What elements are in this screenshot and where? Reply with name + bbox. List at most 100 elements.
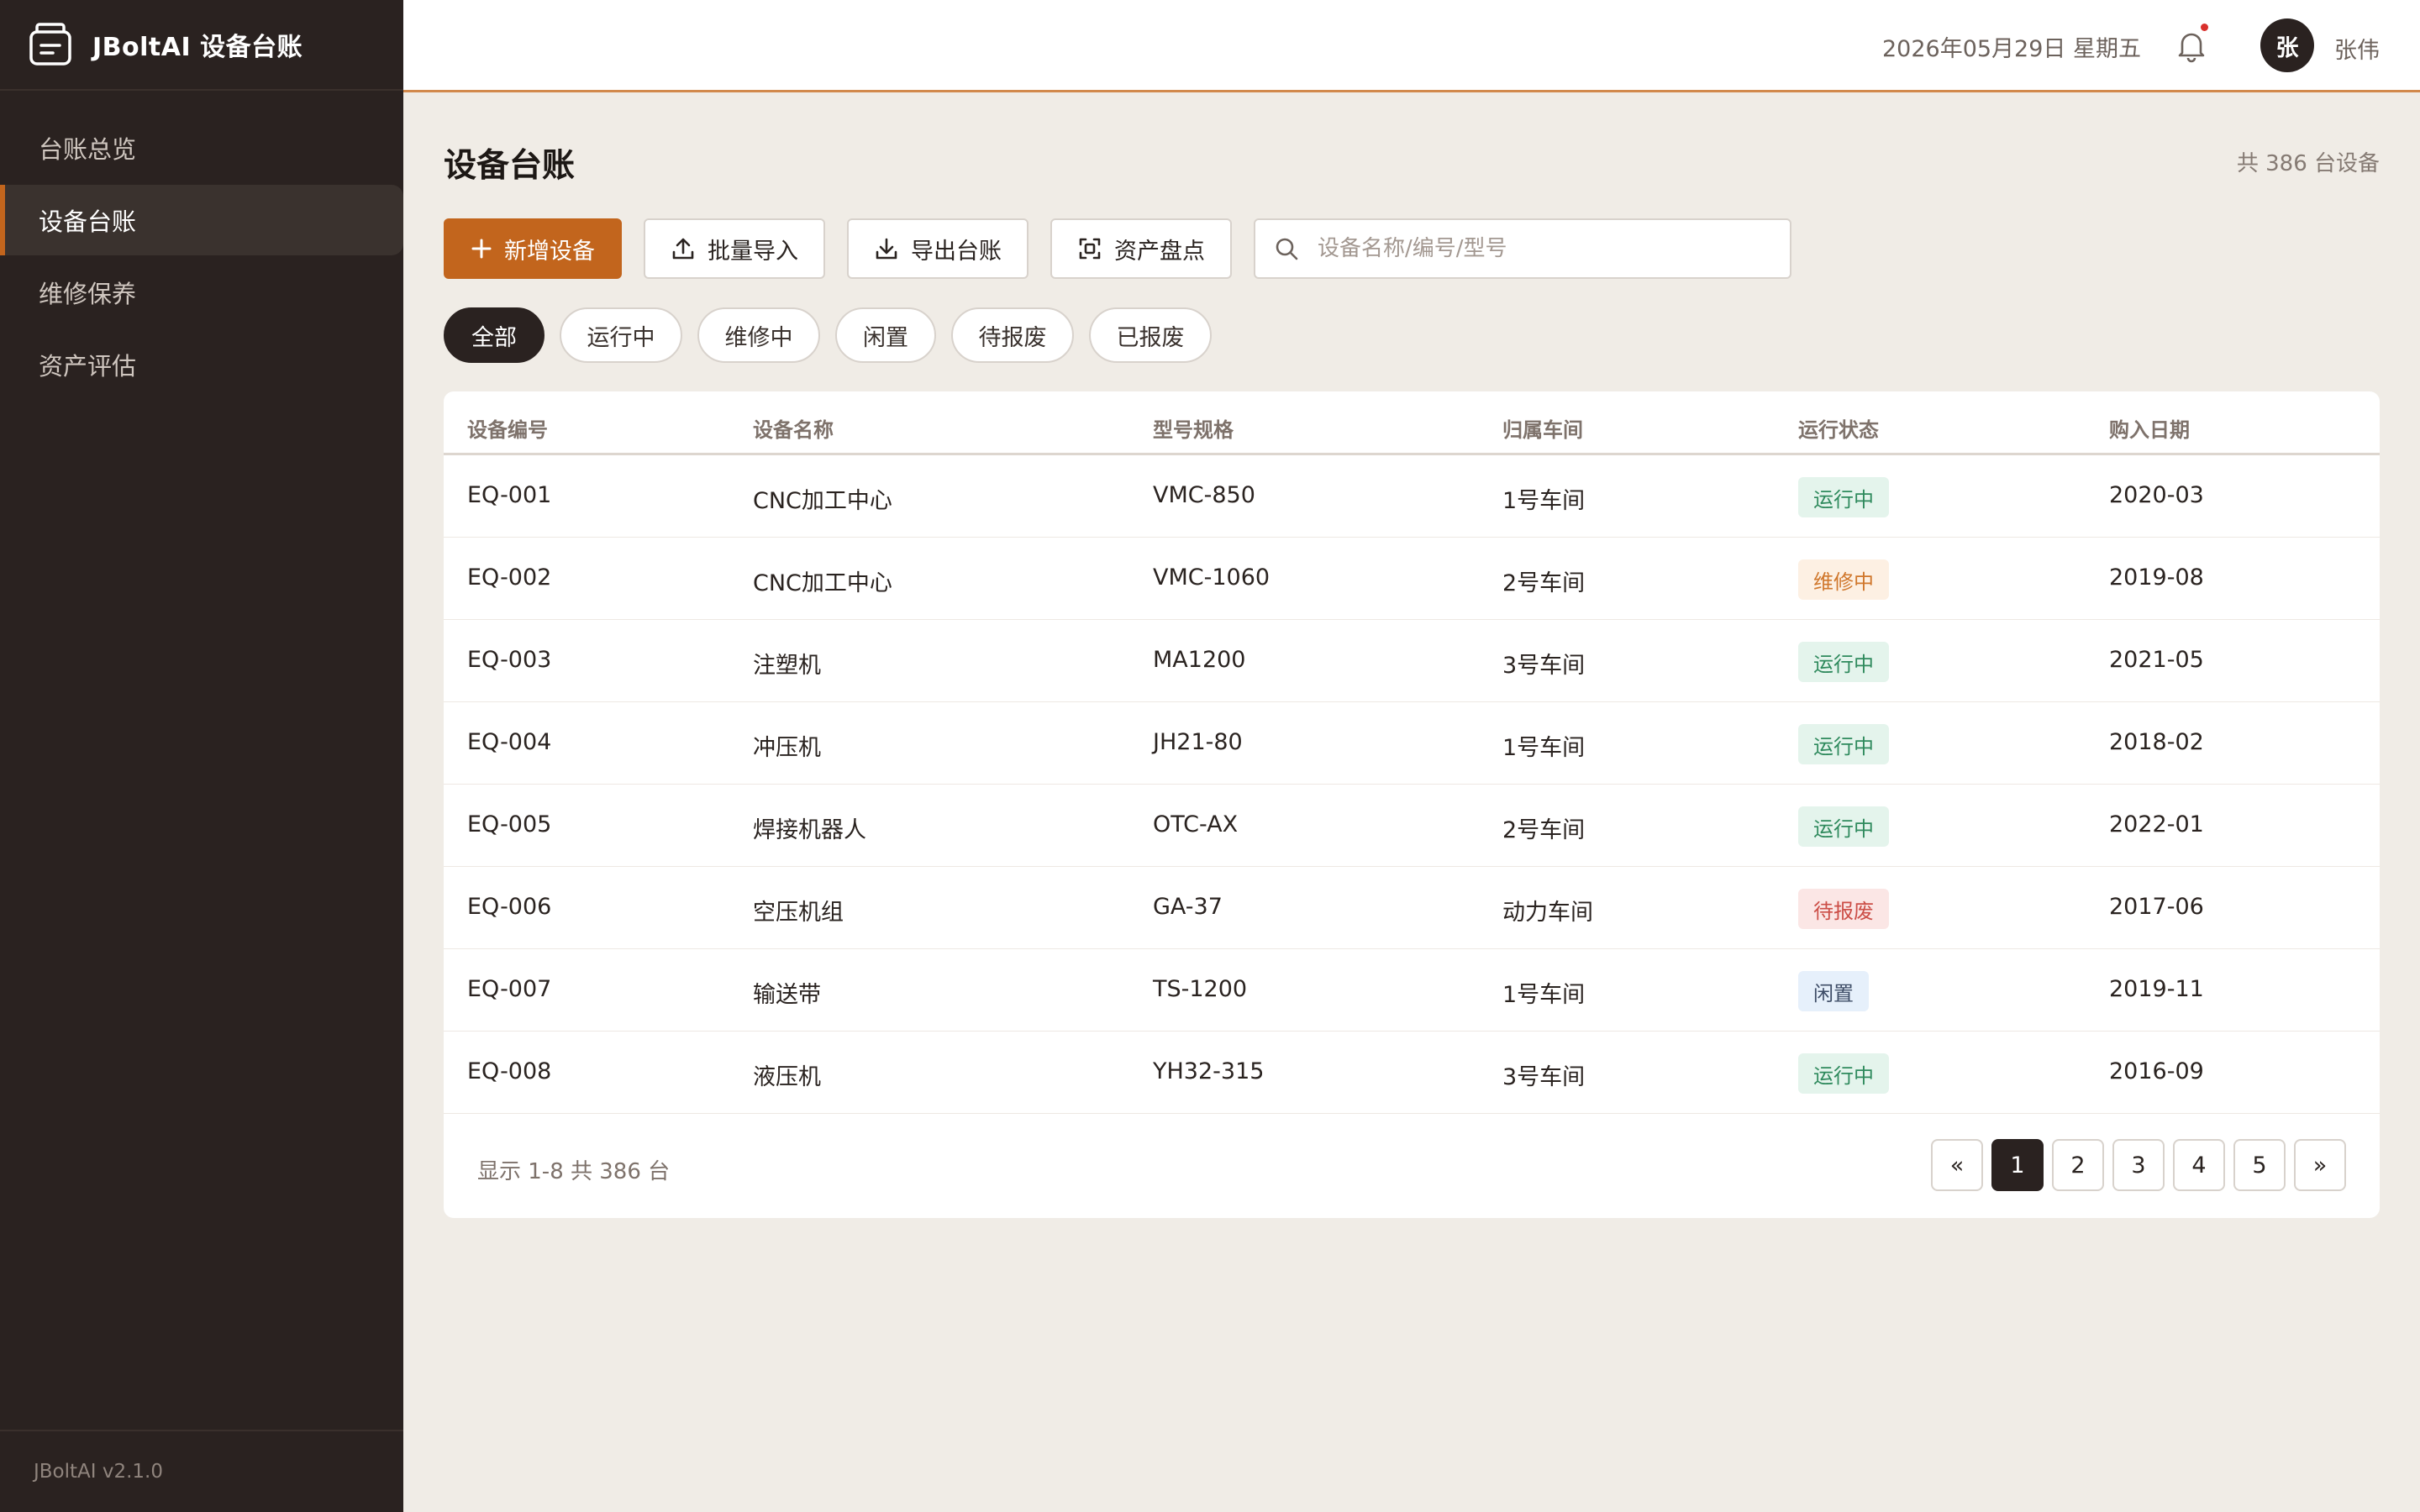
status-badge: 闲置	[1798, 971, 1869, 1011]
column-header-date[interactable]: 购入日期	[2109, 413, 2190, 443]
pagination: « 1 2 3 4 5 »	[1923, 1139, 2346, 1191]
sidebar-item-label: 台账总览	[39, 135, 137, 164]
brand-title: JBoltAI 设备台账	[92, 33, 303, 62]
purchase-date: 2020-03	[2109, 482, 2204, 508]
asset-inventory-label: 资产盘点	[1114, 238, 1205, 264]
add-device-label: 新增设备	[504, 238, 595, 264]
purchase-date: 2022-01	[2109, 811, 2204, 837]
table-row[interactable]: EQ-001 CNC加工中心 VMC-850 1号车间 运行中 2020-03	[444, 455, 2380, 538]
device-id: EQ-003	[467, 647, 552, 673]
device-id: EQ-004	[467, 729, 552, 755]
sidebar-item-overview[interactable]: 台账总览	[0, 113, 403, 183]
device-id: EQ-002	[467, 564, 552, 591]
column-header-id[interactable]: 设备编号	[467, 413, 548, 443]
device-workshop: 3号车间	[1502, 653, 1586, 679]
device-model: VMC-1060	[1153, 564, 1270, 591]
table-row[interactable]: EQ-006 空压机组 GA-37 动力车间 待报废 2017-06	[444, 867, 2380, 949]
column-header-model[interactable]: 型号规格	[1153, 413, 1234, 443]
purchase-date: 2018-02	[2109, 729, 2204, 755]
device-workshop: 1号车间	[1502, 982, 1586, 1008]
username[interactable]: 张伟	[2334, 32, 2380, 65]
page-button-4[interactable]: 4	[2173, 1139, 2225, 1191]
filter-scrapped[interactable]: 已报废	[1089, 307, 1212, 363]
page-button-1[interactable]: 1	[1991, 1139, 2044, 1191]
status-badge: 运行中	[1798, 477, 1889, 517]
sidebar-item-assessment[interactable]: 资产评估	[0, 329, 403, 400]
table-row[interactable]: EQ-003 注塑机 MA1200 3号车间 运行中 2021-05	[444, 620, 2380, 702]
current-date: 2026年05月29日 星期五	[1881, 36, 2141, 62]
page-prev-button[interactable]: «	[1931, 1139, 1983, 1191]
table-row[interactable]: EQ-007 输送带 TS-1200 1号车间 闲置 2019-11	[444, 949, 2380, 1032]
sidebar-item-label: 设备台账	[39, 207, 137, 236]
table-row[interactable]: EQ-008 液压机 YH32-315 3号车间 运行中 2016-09	[444, 1032, 2380, 1114]
version-label: JBoltAI v2.1.0	[0, 1430, 403, 1512]
page-title: 设备台账	[444, 147, 576, 185]
top-header: 2026年05月29日 星期五 张 张伟	[403, 0, 2420, 92]
status-badge: 运行中	[1798, 724, 1889, 764]
device-workshop: 2号车间	[1502, 570, 1586, 596]
sidebar-item-maintenance[interactable]: 维修保养	[0, 257, 403, 328]
sidebar-item-label: 维修保养	[39, 280, 137, 308]
scan-icon	[1079, 238, 1101, 260]
device-model: VMC-850	[1153, 482, 1255, 508]
filter-repair[interactable]: 维修中	[697, 307, 820, 363]
download-icon	[876, 238, 897, 260]
ledger-icon	[29, 23, 71, 66]
device-name: CNC加工中心	[753, 570, 892, 596]
device-id: EQ-001	[467, 482, 552, 508]
device-model: MA1200	[1153, 647, 1246, 673]
purchase-date: 2019-08	[2109, 564, 2204, 591]
device-name: 空压机组	[753, 900, 844, 926]
search-box	[1254, 218, 1791, 279]
filter-running[interactable]: 运行中	[560, 307, 682, 363]
filter-all[interactable]: 全部	[444, 307, 544, 363]
brand[interactable]: JBoltAI 设备台账	[0, 0, 403, 91]
purchase-date: 2017-06	[2109, 894, 2204, 920]
page-button-5[interactable]: 5	[2233, 1139, 2286, 1191]
device-model: GA-37	[1153, 894, 1223, 920]
table-header: 设备编号 设备名称 型号规格 归属车间 运行状态 购入日期	[444, 391, 2380, 455]
upload-icon	[672, 238, 694, 260]
device-id: EQ-006	[467, 894, 552, 920]
device-id: EQ-007	[467, 976, 552, 1002]
sidebar-nav: 台账总览 设备台账 维修保养 资产评估	[0, 113, 403, 400]
asset-inventory-button[interactable]: 资产盘点	[1050, 218, 1232, 279]
table-footer: 显示 1-8 共 386 台 « 1 2 3 4 5 »	[444, 1116, 2380, 1218]
plus-icon	[471, 239, 492, 259]
filter-idle[interactable]: 闲置	[835, 307, 936, 363]
page-next-button[interactable]: »	[2294, 1139, 2346, 1191]
device-workshop: 1号车间	[1502, 488, 1586, 514]
page-button-3[interactable]: 3	[2112, 1139, 2165, 1191]
search-input[interactable]	[1318, 236, 1788, 261]
sidebar-item-label: 资产评估	[39, 352, 137, 381]
device-name: 焊接机器人	[753, 817, 866, 843]
bell-icon[interactable]	[2173, 27, 2210, 64]
table-row[interactable]: EQ-004 冲压机 JH21-80 1号车间 运行中 2018-02	[444, 702, 2380, 785]
status-badge: 维修中	[1798, 559, 1889, 600]
filter-pending-scrap[interactable]: 待报废	[951, 307, 1074, 363]
add-device-button[interactable]: 新增设备	[444, 218, 622, 279]
status-badge: 运行中	[1798, 1053, 1889, 1094]
column-header-workshop[interactable]: 归属车间	[1502, 413, 1583, 443]
column-header-name[interactable]: 设备名称	[753, 413, 834, 443]
table-row[interactable]: EQ-005 焊接机器人 OTC-AX 2号车间 运行中 2022-01	[444, 785, 2380, 867]
device-workshop: 2号车间	[1502, 817, 1586, 843]
device-workshop: 3号车间	[1502, 1064, 1586, 1090]
status-badge: 待报废	[1798, 889, 1889, 929]
column-header-status[interactable]: 运行状态	[1798, 413, 1879, 443]
sidebar: JBoltAI 设备台账 台账总览 设备台账 维修保养 资产评估 JBoltAI…	[0, 0, 403, 1512]
pagination-summary: 显示 1-8 共 386 台	[477, 1159, 671, 1184]
batch-import-button[interactable]: 批量导入	[644, 218, 825, 279]
notification-dot	[2201, 24, 2208, 31]
page-button-2[interactable]: 2	[2052, 1139, 2104, 1191]
search-icon	[1276, 238, 1298, 260]
status-badge: 运行中	[1798, 806, 1889, 847]
device-model: JH21-80	[1153, 729, 1243, 755]
device-name: 注塑机	[753, 653, 821, 679]
sidebar-item-ledger[interactable]: 设备台账	[0, 185, 403, 255]
avatar[interactable]: 张	[2260, 18, 2314, 72]
table-row[interactable]: EQ-002 CNC加工中心 VMC-1060 2号车间 维修中 2019-08	[444, 538, 2380, 620]
export-ledger-button[interactable]: 导出台账	[847, 218, 1028, 279]
batch-import-label: 批量导入	[708, 238, 798, 264]
purchase-date: 2019-11	[2109, 976, 2204, 1002]
